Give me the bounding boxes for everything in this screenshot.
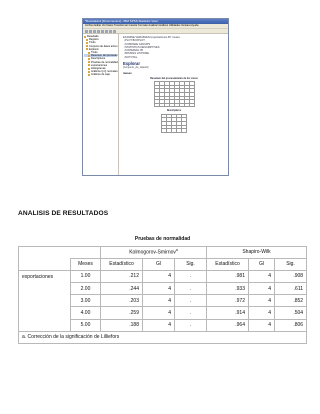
month-cell: 2.00 [70,282,101,296]
sw-gl-cell: 4 [248,269,275,284]
ks-sig-cell: . [174,294,207,308]
outline-item-label: Gráficos de caja [91,73,110,77]
header-variable-cell [18,258,71,271]
dataset-label: [Conjunto_de_datos0] [123,66,149,70]
factor-label: meses [123,70,132,75]
descriptives-table [161,113,187,133]
ks-sig-cell: . [174,318,207,332]
sw-gl-cell: 4 [248,306,275,320]
outline-item-icon [88,64,90,67]
sw-sig-cell: .852 [273,294,308,308]
outline-item-icon [86,45,88,48]
sw-gl-cell: 4 [248,282,275,296]
variable-label: exportaciones [18,269,71,332]
sw-gl-cell: 4 [248,318,275,332]
undo-icon [101,30,104,33]
outline-item-icon [88,58,90,61]
table-row: exportaciones 1.00.212 4. .981 4.908 [18,269,308,332]
ks-sig-cell: . [174,282,207,296]
month-cell: 1.00 [70,269,101,284]
outline-item-icon [88,51,90,54]
syntax-block: EXAMINE VARIABLES=exportaciones BY meses… [123,36,180,59]
sw-stat-cell: .964 [206,318,249,332]
col-header-meses: Meses [70,257,101,271]
print-icon [93,30,96,33]
ks-sig-cell: . [174,269,207,284]
outline-item-icon [88,67,90,70]
col-header-ks-stat: Estadístico [100,257,143,271]
outline-item-icon [88,54,90,57]
table-icon [113,30,116,33]
ks-stat-cell: .203 [100,294,143,308]
col-header-sw-stat: Estadístico [206,257,249,271]
ks-gl-cell: 4 [142,282,175,296]
sw-stat-cell: .981 [206,269,249,284]
outline-item-icon [88,74,90,77]
sw-sig-cell: .611 [273,282,308,296]
normality-tests-table: Pruebas de normalidad Kolmogorov-Smirnov… [17,232,308,345]
summary-caption: Resumen del procesamiento de los casos [150,76,198,80]
ks-gl-cell: 4 [142,306,175,320]
chart-icon [109,30,112,33]
month-cell: 5.00 [70,318,101,332]
ks-stat-cell: .212 [100,269,143,284]
outline-item-icon [88,70,90,73]
summary-table [153,81,195,108]
ks-stat-cell: .188 [100,318,143,332]
ks-sig-cell: . [174,306,207,320]
outline-item-icon [88,61,90,64]
ks-gl-cell: 4 [142,318,175,332]
month-cell: 3.00 [70,294,101,308]
header-corner [18,245,101,259]
month-cell: 4.00 [70,306,101,320]
sw-stat-cell: .972 [206,294,249,308]
open-icon [85,30,88,33]
section-title: Explorar [123,61,140,67]
ks-stat-cell: .244 [100,282,143,296]
col-header-sw-gl: Gl [248,257,275,271]
sw-sig-cell: .504 [273,306,308,320]
ks-stat-cell: .259 [100,306,143,320]
sw-sig-cell: .806 [273,318,308,332]
spss-output-screenshot: *Resultado1 [Documento1] - IBM SPSS Stat… [82,18,229,176]
outline-item[interactable]: Gráficos de caja [84,73,117,76]
goto-data-icon [105,30,108,33]
export-icon [97,30,100,33]
sw-group-header: Shapiro-Wilk [205,245,308,259]
descriptives-caption: Descriptivos [166,109,182,113]
ks-group-header: Kolmogorov-Smirnova [100,245,207,259]
output-outline-tree: Resultado Registro Título Conjunto de datos… [83,34,119,175]
save-icon [89,30,92,33]
outline-item-icon [84,35,86,38]
col-header-ks-sig: Sig. [174,257,207,271]
col-header-ks-gl: Gl [142,257,175,271]
ks-gl-cell: 4 [142,294,175,308]
table-footnote: a. Corrección de la significación de Lil… [17,330,308,345]
outline-item-icon [86,38,88,41]
outline-item-icon [86,48,88,51]
sw-gl-cell: 4 [248,294,275,308]
outline-item-icon [86,42,88,44]
table-caption: Pruebas de normalidad [134,235,191,242]
sw-stat-cell: .933 [206,282,249,296]
ks-gl-cell: 4 [142,269,175,284]
output-pane: EXAMINE VARIABLES=exportaciones BY meses… [120,34,228,175]
section-heading: ANALISIS DE RESULTADOS [18,210,109,217]
col-header-sw-sig: Sig. [273,257,308,271]
sw-stat-cell: .914 [206,306,249,320]
sw-sig-cell: .908 [273,269,308,284]
